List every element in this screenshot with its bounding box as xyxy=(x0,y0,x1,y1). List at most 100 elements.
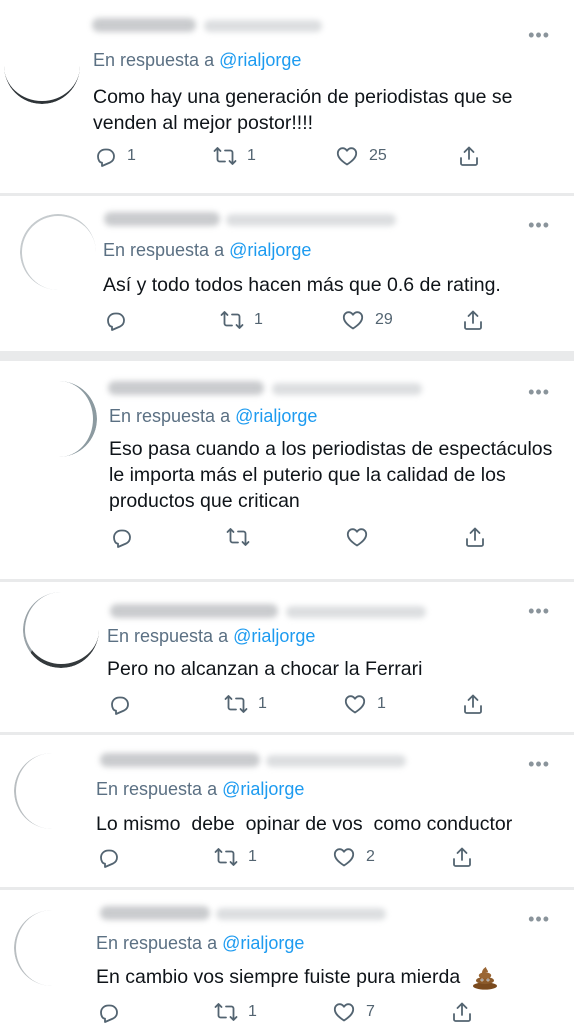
share-button[interactable] xyxy=(457,144,481,168)
mention-link[interactable]: @rialjorge xyxy=(229,240,311,260)
more-icon[interactable]: ••• xyxy=(528,383,550,401)
retweet-icon xyxy=(224,695,248,713)
avatar[interactable] xyxy=(21,381,97,457)
heart-icon xyxy=(336,147,358,166)
more-icon[interactable]: ••• xyxy=(528,910,550,928)
retweet-button[interactable]: 1 xyxy=(214,845,257,869)
share-button[interactable] xyxy=(450,845,474,869)
share-icon xyxy=(453,1002,471,1022)
author-handle-blurred xyxy=(226,214,396,226)
like-button[interactable]: 25 xyxy=(335,144,387,168)
share-icon xyxy=(460,146,478,166)
tweet-actions: 1 1 25 xyxy=(93,144,493,168)
like-count: 25 xyxy=(369,147,387,164)
author-name-blurred[interactable] xyxy=(92,18,196,32)
share-button[interactable] xyxy=(463,525,487,549)
reply-prefix: En respuesta a xyxy=(109,406,231,426)
share-button[interactable] xyxy=(450,1000,474,1024)
tweet[interactable]: ••• En respuesta a @rialjorge Como hay u… xyxy=(0,0,574,193)
reply-context: En respuesta a @rialjorge xyxy=(93,50,301,71)
retweet-icon xyxy=(220,311,244,329)
reply-context: En respuesta a @rialjorge xyxy=(103,240,311,261)
retweet-button[interactable]: 1 xyxy=(220,308,263,332)
reply-icon xyxy=(113,529,131,548)
more-icon[interactable]: ••• xyxy=(528,755,550,773)
tweet-actions: 1 29 xyxy=(103,308,493,332)
tweet-text: Como hay una generación de periodistas q… xyxy=(93,86,513,134)
heart-icon xyxy=(333,1003,355,1022)
reply-button[interactable] xyxy=(109,525,143,549)
mention-link[interactable]: @rialjorge xyxy=(222,779,304,799)
tweet-actions: 1 2 xyxy=(96,845,486,869)
retweet-icon xyxy=(214,848,238,866)
retweet-button[interactable]: 1 xyxy=(214,1000,257,1024)
retweet-icon xyxy=(226,528,250,546)
author-name-blurred[interactable] xyxy=(108,381,264,395)
reply-button[interactable]: 1 xyxy=(93,144,136,168)
tweet-actions xyxy=(109,525,489,549)
mention-link[interactable]: @rialjorge xyxy=(219,50,301,70)
like-button[interactable]: 1 xyxy=(343,692,386,716)
tweet-text: En cambio vos siempre fuiste pura mierda xyxy=(96,964,566,990)
retweet-button[interactable]: 1 xyxy=(224,692,267,716)
reply-icon xyxy=(97,148,115,167)
reply-button[interactable] xyxy=(103,308,137,332)
pile-of-poo-emoji xyxy=(472,966,497,990)
reply-context: En respuesta a @rialjorge xyxy=(96,933,304,954)
tweet[interactable]: ••• En respuesta a @rialjorge Eso pasa c… xyxy=(0,361,574,579)
reply-icon xyxy=(107,312,125,331)
like-button[interactable] xyxy=(345,525,379,549)
tweet-actions: 1 7 xyxy=(96,1000,486,1024)
reply-context: En respuesta a @rialjorge xyxy=(109,406,317,427)
retweet-count: 1 xyxy=(248,1003,257,1020)
author-handle-blurred xyxy=(204,20,322,32)
like-button[interactable]: 7 xyxy=(332,1000,375,1024)
avatar[interactable] xyxy=(14,753,90,829)
more-icon[interactable]: ••• xyxy=(528,602,550,620)
reply-button[interactable] xyxy=(107,692,141,716)
retweet-button[interactable] xyxy=(226,525,260,549)
reply-icon xyxy=(111,696,129,715)
author-name-blurred[interactable] xyxy=(104,212,220,226)
tweet[interactable]: ••• En respuesta a @rialjorge Lo mismo d… xyxy=(0,735,574,887)
share-button[interactable] xyxy=(461,308,485,332)
tweet[interactable]: ••• En respuesta a @rialjorge Así y todo… xyxy=(0,196,574,351)
tweet[interactable]: ••• En respuesta a @rialjorge En cambio … xyxy=(0,890,574,1024)
author-handle-blurred xyxy=(266,755,406,767)
avatar[interactable] xyxy=(14,910,90,986)
tweet-text-body: En cambio vos siempre fuiste pura mierda xyxy=(96,966,461,988)
retweet-count: 1 xyxy=(254,311,263,328)
like-button[interactable]: 2 xyxy=(332,845,375,869)
reply-button[interactable] xyxy=(96,1000,130,1024)
tweet-text: Lo mismo debe opinar de vos como conduct… xyxy=(96,813,513,835)
retweet-button[interactable]: 1 xyxy=(213,144,256,168)
author-name-blurred[interactable] xyxy=(100,906,210,920)
reply-prefix: En respuesta a xyxy=(96,933,218,953)
tweet[interactable]: ••• En respuesta a @rialjorge Pero no al… xyxy=(0,582,574,732)
heart-icon xyxy=(346,528,368,547)
reply-prefix: En respuesta a xyxy=(107,626,229,646)
share-button[interactable] xyxy=(461,692,485,716)
share-icon xyxy=(464,694,482,714)
author-handle-blurred xyxy=(286,606,426,618)
share-icon xyxy=(453,847,471,867)
author-name-blurred[interactable] xyxy=(110,604,278,618)
mention-link[interactable]: @rialjorge xyxy=(233,626,315,646)
reply-button[interactable] xyxy=(96,845,130,869)
retweet-count: 1 xyxy=(258,695,267,712)
avatar[interactable] xyxy=(20,214,96,290)
more-icon[interactable]: ••• xyxy=(528,26,550,44)
like-button[interactable]: 29 xyxy=(341,308,393,332)
author-name-blurred[interactable] xyxy=(100,753,260,767)
mention-link[interactable]: @rialjorge xyxy=(222,933,304,953)
reply-context: En respuesta a @rialjorge xyxy=(107,626,315,647)
heart-icon xyxy=(333,848,355,867)
reply-prefix: En respuesta a xyxy=(96,779,218,799)
avatar[interactable] xyxy=(23,592,99,668)
like-count: 7 xyxy=(366,1003,375,1020)
mention-link[interactable]: @rialjorge xyxy=(235,406,317,426)
more-icon[interactable]: ••• xyxy=(528,216,550,234)
avatar[interactable] xyxy=(4,28,80,104)
tweet-text: Así y todo todos hacen más que 0.6 de ra… xyxy=(103,274,501,296)
retweet-icon xyxy=(214,1003,238,1021)
